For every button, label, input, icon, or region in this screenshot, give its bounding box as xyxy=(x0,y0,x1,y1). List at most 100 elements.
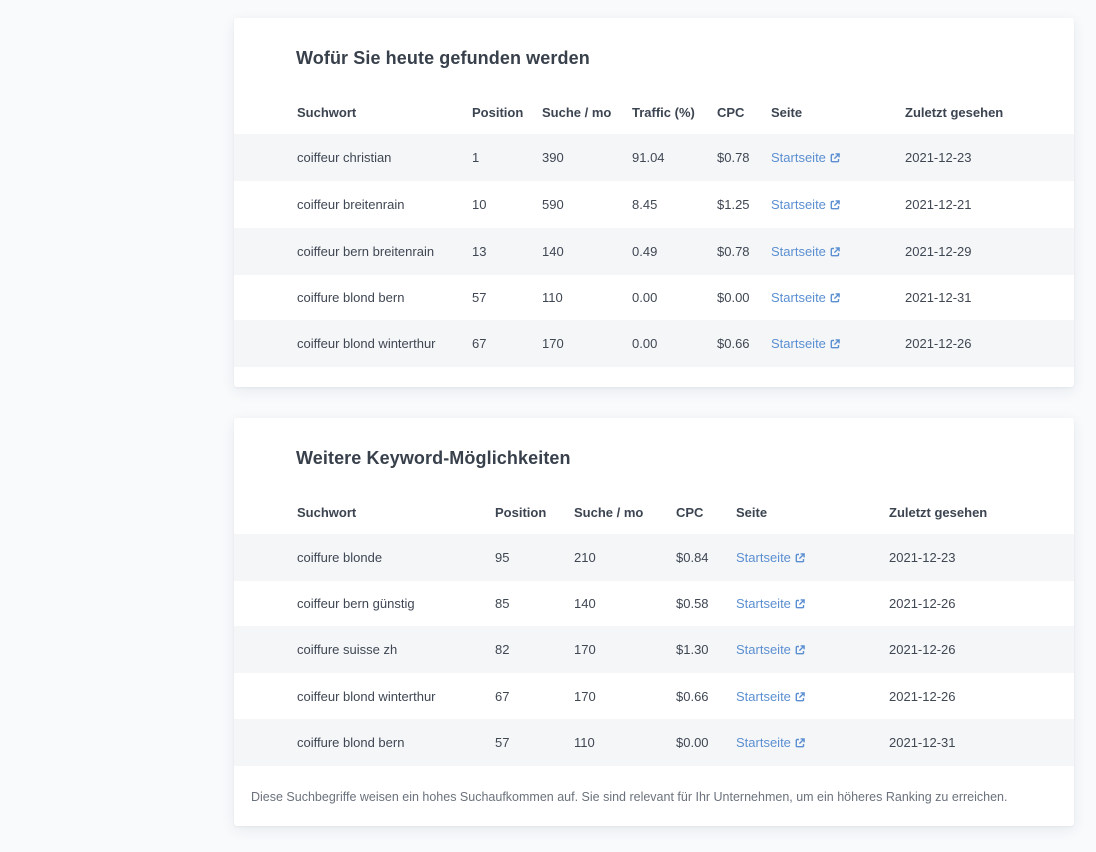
cell-page: Startseite xyxy=(736,673,805,720)
cell-position: 10 xyxy=(472,197,487,212)
cell-search: 110 xyxy=(542,290,563,305)
external-link-icon xyxy=(830,246,840,256)
cell-cpc: $1.25 xyxy=(717,197,750,212)
page-link[interactable]: Startseite xyxy=(736,550,805,565)
page-link[interactable]: Startseite xyxy=(771,150,840,165)
cell-cpc: $0.78 xyxy=(717,150,750,165)
cell-page: Startseite xyxy=(771,181,840,228)
external-link-icon xyxy=(795,737,805,747)
page-link[interactable]: Startseite xyxy=(736,596,805,611)
external-link-icon xyxy=(795,691,805,701)
more-keywords-card: Weitere Keyword-Möglichkeiten Suchwort P… xyxy=(234,418,1074,826)
cell-cpc: $0.58 xyxy=(676,596,709,611)
cell-position: 85 xyxy=(495,596,510,611)
cell-keyword: coiffeur bern breitenrain xyxy=(297,244,435,259)
page-link-label: Startseite xyxy=(736,550,791,565)
cell-seen: 2021-12-23 xyxy=(889,550,956,565)
cell-seen: 2021-12-31 xyxy=(889,735,956,750)
external-link-icon xyxy=(830,338,840,348)
cell-keyword: coiffeur blond winterthur xyxy=(297,689,436,704)
cell-cpc: $0.78 xyxy=(717,244,750,259)
page-link[interactable]: Startseite xyxy=(736,689,805,704)
cell-seen: 2021-12-31 xyxy=(905,290,972,305)
header-position: Position xyxy=(472,104,524,120)
cell-page: Startseite xyxy=(736,580,805,627)
more-keywords-title: Weitere Keyword-Möglichkeiten xyxy=(296,448,571,468)
page-link[interactable]: Startseite xyxy=(771,197,840,212)
cell-seen: 2021-12-26 xyxy=(889,596,956,611)
cell-cpc: $1.30 xyxy=(676,642,709,657)
cell-keyword: coiffeur blond winterthur xyxy=(297,336,436,351)
cell-search: 390 xyxy=(542,150,564,165)
table-row: coiffeur bern breitenrain 13 140 0.49 $0.78 S… xyxy=(234,228,1074,275)
cell-position: 67 xyxy=(495,689,510,704)
table-row: coiffure blond bern 57 110 0.00 $0.00 Startse… xyxy=(234,274,1074,321)
cell-traffic: 91.04 xyxy=(632,150,665,165)
cell-keyword: coiffure suisse zh xyxy=(297,642,398,657)
cell-cpc: $0.00 xyxy=(717,290,750,305)
cell-position: 57 xyxy=(472,290,487,305)
cell-seen: 2021-12-21 xyxy=(905,197,972,212)
cell-traffic: 8.45 xyxy=(632,197,658,212)
cell-keyword: coiffeur christian xyxy=(297,150,392,165)
table-row: coiffure blonde 95 210 $0.84 Startseite 2021-… xyxy=(234,534,1074,581)
found-table-header: Suchwort Position Suche / mo Traffic (%)… xyxy=(234,100,1074,124)
cell-search: 170 xyxy=(574,689,596,704)
cell-cpc: $0.66 xyxy=(676,689,709,704)
cell-page: Startseite xyxy=(771,320,840,367)
table-row: coiffeur blond winterthur 67 170 0.00 $0.66 S… xyxy=(234,320,1074,367)
page-link-label: Startseite xyxy=(771,197,826,212)
cell-search: 140 xyxy=(542,244,564,259)
cell-seen: 2021-12-29 xyxy=(905,244,972,259)
header-page: Seite xyxy=(736,504,768,520)
table-row: coiffure blond bern 57 110 $0.00 Startseite 2… xyxy=(234,719,1074,766)
page-link[interactable]: Startseite xyxy=(771,244,840,259)
header-search: Suche / mo xyxy=(574,504,644,520)
cell-page: Startseite xyxy=(736,534,805,581)
found-keywords-title: Wofür Sie heute gefunden werden xyxy=(296,48,590,68)
cell-position: 82 xyxy=(495,642,510,657)
page-link-label: Startseite xyxy=(736,735,791,750)
header-keyword: Suchwort xyxy=(297,504,357,520)
header-traffic: Traffic (%) xyxy=(632,104,695,120)
header-keyword: Suchwort xyxy=(297,104,357,120)
page-link[interactable]: Startseite xyxy=(771,336,840,351)
cell-keyword: coiffure blond bern xyxy=(297,735,405,750)
page-link[interactable]: Startseite xyxy=(736,642,805,657)
page-link[interactable]: Startseite xyxy=(736,735,805,750)
header-position: Position xyxy=(495,504,547,520)
cell-page: Startseite xyxy=(771,274,840,321)
cell-keyword: coiffeur breitenrain xyxy=(297,197,405,212)
page-link-label: Startseite xyxy=(771,336,826,351)
table-row: coiffeur christian 1 390 91.04 $0.78 Startsei… xyxy=(234,134,1074,181)
page-link-label: Startseite xyxy=(736,689,791,704)
cell-seen: 2021-12-26 xyxy=(889,689,956,704)
header-cpc: CPC xyxy=(717,104,745,120)
external-link-icon xyxy=(795,644,805,654)
header-page: Seite xyxy=(771,104,803,120)
cell-cpc: $0.00 xyxy=(676,735,709,750)
cell-search: 590 xyxy=(542,197,564,212)
page-link-label: Startseite xyxy=(771,290,826,305)
cell-page: Startseite xyxy=(736,719,805,766)
page-link-label: Startseite xyxy=(771,244,826,259)
page-link[interactable]: Startseite xyxy=(771,290,840,305)
cell-cpc: $0.66 xyxy=(717,336,750,351)
header-cpc: CPC xyxy=(676,504,704,520)
cell-seen: 2021-12-26 xyxy=(889,642,956,657)
cell-search: 170 xyxy=(542,336,564,351)
page-link-label: Startseite xyxy=(736,596,791,611)
external-link-icon xyxy=(830,199,840,209)
cell-keyword: coiffure blond bern xyxy=(297,290,405,305)
cell-position: 1 xyxy=(472,150,480,165)
external-link-icon xyxy=(830,152,840,162)
more-table-header: Suchwort Position Suche / mo CPC Seite Z… xyxy=(234,500,1074,524)
header-search: Suche / mo xyxy=(542,104,612,120)
cell-cpc: $0.84 xyxy=(676,550,709,565)
table-row: coiffeur breitenrain 10 590 8.45 $1.25 Starts… xyxy=(234,181,1074,228)
cell-page: Startseite xyxy=(736,626,805,673)
table-row: coiffeur blond winterthur 67 170 $0.66 Start… xyxy=(234,673,1074,720)
cell-position: 13 xyxy=(472,244,487,259)
header-seen: Zuletzt gesehen xyxy=(905,104,1004,120)
cell-traffic: 0.00 xyxy=(632,290,658,305)
